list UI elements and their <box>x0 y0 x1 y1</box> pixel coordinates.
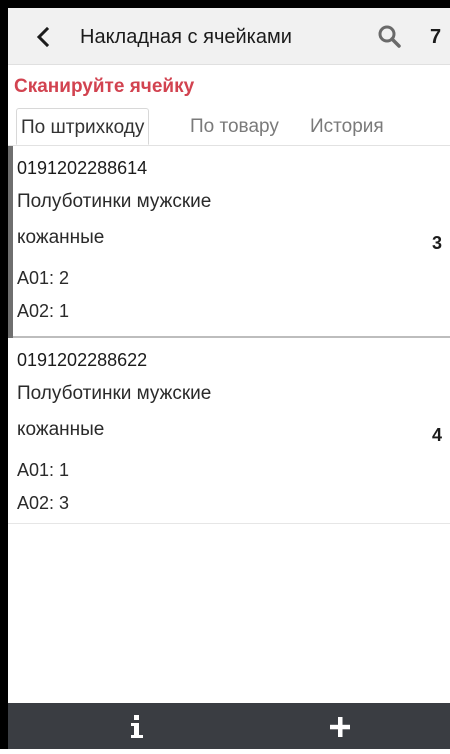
screen-frame-top <box>0 0 450 8</box>
page-title: Накладная с ячейками <box>80 26 292 48</box>
item-name-line2: кожанные <box>17 227 105 248</box>
plus-icon <box>330 717 350 737</box>
item-cell-a02: A02: 1 <box>17 301 70 321</box>
back-button[interactable] <box>30 22 56 52</box>
item-name-line1: Полуботинки мужские <box>17 383 212 404</box>
search-button[interactable] <box>376 23 404 51</box>
search-icon <box>378 25 401 48</box>
tab-by-product[interactable]: По товару <box>190 108 279 146</box>
item-quantity: 3 <box>431 233 442 253</box>
item-quantity: 4 <box>431 425 442 445</box>
item-barcode: 0191202288614 <box>17 158 148 178</box>
scan-prompt: Сканируйте ячейку <box>14 76 195 97</box>
chevron-left-icon <box>36 26 50 48</box>
tab-bar: По штрихкоду По товару История <box>8 108 450 146</box>
info-button[interactable] <box>108 703 168 749</box>
bottom-action-bar <box>8 703 450 749</box>
list-item[interactable]: 0191202288622 Полуботинки мужские кожанн… <box>8 338 450 524</box>
item-cell-a01: A01: 2 <box>17 268 70 288</box>
list-item[interactable]: 0191202288614 Полуботинки мужские кожанн… <box>8 146 450 338</box>
screen-frame-left <box>0 0 8 749</box>
tab-by-barcode[interactable]: По штрихкоду <box>16 108 150 145</box>
item-cell-a01: A01: 1 <box>17 460 70 480</box>
item-name-line1: Полуботинки мужские <box>17 191 212 212</box>
item-barcode: 0191202288622 <box>17 350 148 370</box>
item-divider <box>8 523 450 524</box>
add-button[interactable] <box>310 703 370 749</box>
item-name-line2: кожанные <box>17 419 105 440</box>
tab-history[interactable]: История <box>310 108 384 146</box>
items-count: 7 <box>430 26 442 48</box>
item-cell-a02: A02: 3 <box>17 493 70 513</box>
toolbar: Накладная с ячейками 7 <box>8 8 450 65</box>
app-screen: Накладная с ячейками 7 Сканируйте ячейку… <box>8 8 450 749</box>
info-icon <box>131 715 143 738</box>
